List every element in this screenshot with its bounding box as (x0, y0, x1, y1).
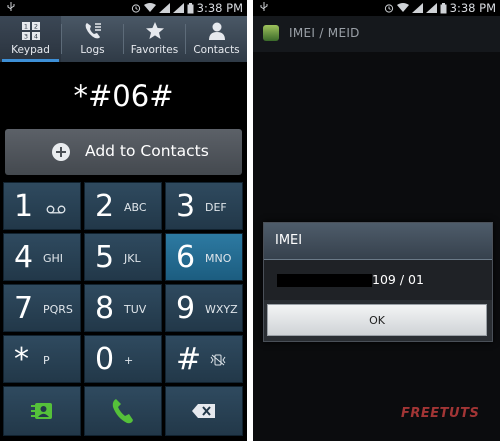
phone-call-icon (112, 399, 133, 424)
tab-label: Contacts (193, 44, 240, 56)
usb-icon (7, 2, 15, 11)
key-letters: WXYZ (205, 303, 238, 316)
dial-keypad: 1 2 ABC 3 DEF 4 GHI 5 JKL 6 MNO 7 PQRS 8… (0, 182, 247, 441)
key-digit: 1 (14, 189, 34, 224)
contact-card-icon (31, 403, 52, 419)
key-digit: 3 (176, 189, 196, 224)
call-log-icon (85, 23, 101, 39)
key-letters: MNO (205, 252, 232, 265)
add-contact-action-button[interactable] (3, 386, 81, 436)
dialog-content: 109 / 01 (264, 260, 492, 300)
key-letters: + (124, 354, 134, 367)
dialed-number-display[interactable]: *#06# (0, 70, 247, 122)
backspace-button[interactable] (165, 386, 243, 436)
key-letters: ABC (124, 201, 147, 214)
usb-icon (260, 2, 268, 11)
battery-icon (440, 2, 447, 13)
voicemail-icon (46, 205, 66, 214)
plus-circle-icon (52, 143, 70, 161)
dialog-header: IMEI (264, 223, 492, 260)
dimmed-background: IMEI 109 / 01 OK FREETUTS (253, 52, 500, 441)
key-letters: DEF (205, 201, 227, 214)
signal-icon (411, 3, 423, 13)
redacted-imei (277, 274, 372, 287)
tab-label: Favorites (130, 44, 179, 56)
key-digit: 5 (95, 240, 115, 275)
tab-label: Keypad (11, 44, 50, 56)
add-to-contacts-button[interactable]: Add to Contacts (5, 129, 242, 175)
add-to-contacts-label: Add to Contacts (85, 142, 209, 160)
app-header: IMEI / MEID (253, 16, 500, 52)
svg-text:1: 1 (23, 23, 27, 31)
alarm-icon (384, 4, 393, 13)
status-bar: 3:38 PM (253, 0, 500, 16)
tab-logs[interactable]: Logs (62, 16, 123, 62)
tab-bar: 1 2 3 4 Keypad Logs Favorites Contacts (0, 16, 247, 62)
imei-screen: 3:38 PM IMEI / MEID IMEI 109 / 01 OK FRE… (253, 0, 500, 441)
key-5[interactable]: 5 JKL (84, 233, 162, 281)
key-0[interactable]: 0 + (84, 335, 162, 383)
key-letters: JKL (124, 252, 141, 265)
signal-icon (425, 3, 437, 13)
tab-favorites[interactable]: Favorites (124, 16, 185, 62)
signal-icon (158, 3, 170, 13)
key-1[interactable]: 1 (3, 182, 81, 230)
key-digit: 8 (95, 291, 115, 326)
key-9[interactable]: 9 WXYZ (165, 284, 243, 332)
imei-value: 109 / 01 (372, 272, 424, 287)
dialer-screen: 3:38 PM 1 2 3 4 Keypad Logs Favorites Co… (0, 0, 247, 441)
key-letters: P (43, 354, 50, 367)
key-letters: TUV (124, 303, 147, 316)
key-digit: 9 (176, 291, 196, 326)
status-bar: 3:38 PM (0, 0, 247, 16)
status-time: 3:38 PM (449, 1, 496, 15)
tab-keypad[interactable]: 1 2 3 4 Keypad (0, 16, 61, 62)
key-digit: 7 (14, 291, 34, 326)
person-icon (208, 22, 225, 40)
key-letters: PQRS (43, 303, 73, 316)
vibrate-mute-icon (210, 354, 226, 366)
key-hash[interactable]: # (165, 335, 243, 383)
key-digit: 6 (176, 240, 196, 275)
alarm-icon (131, 4, 140, 13)
key-4[interactable]: 4 GHI (3, 233, 81, 281)
battery-icon (187, 2, 194, 13)
keypad-icon: 1 2 3 4 (21, 22, 40, 41)
key-2[interactable]: 2 ABC (84, 182, 162, 230)
key-6[interactable]: 6 MNO (165, 233, 243, 281)
app-title: IMEI / MEID (289, 26, 360, 40)
call-button[interactable] (84, 386, 162, 436)
svg-text:4: 4 (33, 33, 37, 41)
wifi-icon (396, 3, 409, 12)
dialog-title: IMEI (275, 233, 303, 248)
key-3[interactable]: 3 DEF (165, 182, 243, 230)
key-digit: 0 (95, 342, 115, 377)
signal-icon (172, 3, 184, 13)
key-digit: * (14, 342, 29, 377)
status-time: 3:38 PM (196, 1, 243, 15)
key-digit: # (176, 342, 202, 377)
key-star[interactable]: * P (3, 335, 81, 383)
star-icon (145, 22, 164, 39)
backspace-icon (192, 404, 215, 418)
app-icon (263, 25, 279, 41)
svg-text:3: 3 (23, 33, 27, 41)
key-digit: 4 (14, 240, 34, 275)
ok-button[interactable]: OK (267, 304, 487, 336)
key-8[interactable]: 8 TUV (84, 284, 162, 332)
key-7[interactable]: 7 PQRS (3, 284, 81, 332)
tab-contacts[interactable]: Contacts (186, 16, 247, 62)
tab-label: Logs (80, 44, 105, 56)
key-digit: 2 (95, 189, 115, 224)
watermark-text: FREETUTS (401, 406, 480, 421)
key-letters: GHI (43, 252, 64, 265)
imei-dialog: IMEI 109 / 01 OK (263, 222, 493, 342)
svg-text:2: 2 (33, 23, 37, 31)
wifi-icon (143, 3, 156, 12)
